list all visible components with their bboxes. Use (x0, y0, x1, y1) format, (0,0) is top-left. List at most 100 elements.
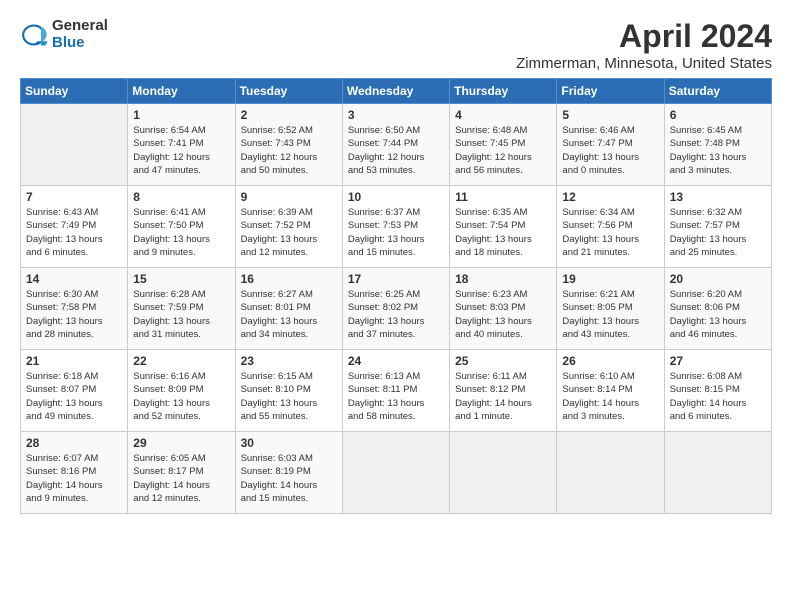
calendar-cell: 28 Sunrise: 6:07 AMSunset: 8:16 PMDayligh… (21, 432, 128, 514)
day-number: 12 (562, 190, 658, 204)
day-number: 29 (133, 436, 229, 450)
day-number: 9 (241, 190, 337, 204)
day-info: Sunrise: 6:43 AMSunset: 7:49 PMDaylight:… (26, 206, 122, 259)
col-friday: Friday (557, 79, 664, 104)
col-sunday: Sunday (21, 79, 128, 104)
day-number: 4 (455, 108, 551, 122)
calendar-cell (342, 432, 449, 514)
calendar-cell: 26 Sunrise: 6:10 AMSunset: 8:14 PMDayligh… (557, 350, 664, 432)
day-info: Sunrise: 6:37 AMSunset: 7:53 PMDaylight:… (348, 206, 444, 259)
day-number: 19 (562, 272, 658, 286)
day-number: 1 (133, 108, 229, 122)
day-info: Sunrise: 6:52 AMSunset: 7:43 PMDaylight:… (241, 124, 337, 177)
day-info: Sunrise: 6:27 AMSunset: 8:01 PMDaylight:… (241, 288, 337, 341)
day-number: 3 (348, 108, 444, 122)
day-number: 24 (348, 354, 444, 368)
logo: General Blue (20, 18, 108, 51)
day-number: 10 (348, 190, 444, 204)
day-number: 8 (133, 190, 229, 204)
day-info: Sunrise: 6:08 AMSunset: 8:15 PMDaylight:… (670, 370, 766, 423)
calendar-cell: 19 Sunrise: 6:21 AMSunset: 8:05 PMDayligh… (557, 268, 664, 350)
calendar-cell: 9 Sunrise: 6:39 AMSunset: 7:52 PMDaylight… (235, 186, 342, 268)
calendar-cell: 21 Sunrise: 6:18 AMSunset: 8:07 PMDayligh… (21, 350, 128, 432)
calendar-cell: 7 Sunrise: 6:43 AMSunset: 7:49 PMDaylight… (21, 186, 128, 268)
header-row: Sunday Monday Tuesday Wednesday Thursday… (21, 79, 772, 104)
day-number: 20 (670, 272, 766, 286)
logo-icon (20, 21, 48, 49)
day-info: Sunrise: 6:54 AMSunset: 7:41 PMDaylight:… (133, 124, 229, 177)
calendar-cell: 3 Sunrise: 6:50 AMSunset: 7:44 PMDaylight… (342, 104, 449, 186)
day-number: 21 (26, 354, 122, 368)
day-number: 26 (562, 354, 658, 368)
day-number: 15 (133, 272, 229, 286)
day-info: Sunrise: 6:28 AMSunset: 7:59 PMDaylight:… (133, 288, 229, 341)
calendar-cell: 18Sunrise: 6:23 AMSunset: 8:03 PMDayligh… (450, 268, 557, 350)
calendar-cell: 13Sunrise: 6:32 AMSunset: 7:57 PMDayligh… (664, 186, 771, 268)
calendar-cell (21, 104, 128, 186)
day-number: 28 (26, 436, 122, 450)
col-saturday: Saturday (664, 79, 771, 104)
calendar-cell: 8 Sunrise: 6:41 AMSunset: 7:50 PMDaylight… (128, 186, 235, 268)
calendar-cell (450, 432, 557, 514)
col-tuesday: Tuesday (235, 79, 342, 104)
day-info: Sunrise: 6:18 AMSunset: 8:07 PMDaylight:… (26, 370, 122, 423)
calendar-week-4: 21 Sunrise: 6:18 AMSunset: 8:07 PMDayligh… (21, 350, 772, 432)
title-area: April 2024 Zimmerman, Minnesota, United … (516, 18, 772, 72)
calendar-cell: 11 Sunrise: 6:35 AMSunset: 7:54 PMDayligh… (450, 186, 557, 268)
calendar-cell: 23Sunrise: 6:15 AMSunset: 8:10 PMDayligh… (235, 350, 342, 432)
day-number: 27 (670, 354, 766, 368)
day-info: Sunrise: 6:20 AMSunset: 8:06 PMDaylight:… (670, 288, 766, 341)
calendar-cell: 22 Sunrise: 6:16 AMSunset: 8:09 PMDayligh… (128, 350, 235, 432)
day-info: Sunrise: 6:10 AMSunset: 8:14 PMDaylight:… (562, 370, 658, 423)
day-number: 7 (26, 190, 122, 204)
calendar-cell: 6 Sunrise: 6:45 AMSunset: 7:48 PMDaylight… (664, 104, 771, 186)
page: General Blue April 2024 Zimmerman, Minne… (0, 0, 792, 612)
day-number: 16 (241, 272, 337, 286)
calendar-cell: 15 Sunrise: 6:28 AMSunset: 7:59 PMDayligh… (128, 268, 235, 350)
calendar-week-1: 1 Sunrise: 6:54 AMSunset: 7:41 PMDaylight… (21, 104, 772, 186)
day-info: Sunrise: 6:11 AMSunset: 8:12 PMDaylight:… (455, 370, 551, 423)
day-info: Sunrise: 6:45 AMSunset: 7:48 PMDaylight:… (670, 124, 766, 177)
calendar-cell: 10 Sunrise: 6:37 AMSunset: 7:53 PMDayligh… (342, 186, 449, 268)
col-monday: Monday (128, 79, 235, 104)
day-info: Sunrise: 6:34 AMSunset: 7:56 PMDaylight:… (562, 206, 658, 259)
calendar-cell: 5Sunrise: 6:46 AMSunset: 7:47 PMDaylight… (557, 104, 664, 186)
col-wednesday: Wednesday (342, 79, 449, 104)
day-info: Sunrise: 6:25 AMSunset: 8:02 PMDaylight:… (348, 288, 444, 341)
day-number: 30 (241, 436, 337, 450)
day-info: Sunrise: 6:16 AMSunset: 8:09 PMDaylight:… (133, 370, 229, 423)
calendar-cell (664, 432, 771, 514)
day-number: 2 (241, 108, 337, 122)
day-info: Sunrise: 6:03 AMSunset: 8:19 PMDaylight:… (241, 452, 337, 505)
calendar-cell: 2 Sunrise: 6:52 AMSunset: 7:43 PMDaylight… (235, 104, 342, 186)
logo-blue-label: Blue (52, 35, 108, 52)
day-info: Sunrise: 6:30 AMSunset: 7:58 PMDaylight:… (26, 288, 122, 341)
day-info: Sunrise: 6:41 AMSunset: 7:50 PMDaylight:… (133, 206, 229, 259)
calendar-cell: 14 Sunrise: 6:30 AMSunset: 7:58 PMDayligh… (21, 268, 128, 350)
day-number: 6 (670, 108, 766, 122)
main-title: April 2024 (516, 18, 772, 55)
calendar-cell: 1 Sunrise: 6:54 AMSunset: 7:41 PMDaylight… (128, 104, 235, 186)
col-thursday: Thursday (450, 79, 557, 104)
calendar-week-2: 7 Sunrise: 6:43 AMSunset: 7:49 PMDaylight… (21, 186, 772, 268)
day-info: Sunrise: 6:46 AMSunset: 7:47 PMDaylight:… (562, 124, 658, 177)
day-number: 18 (455, 272, 551, 286)
day-info: Sunrise: 6:50 AMSunset: 7:44 PMDaylight:… (348, 124, 444, 177)
day-info: Sunrise: 6:21 AMSunset: 8:05 PMDaylight:… (562, 288, 658, 341)
day-number: 14 (26, 272, 122, 286)
calendar-cell: 16 Sunrise: 6:27 AMSunset: 8:01 PMDayligh… (235, 268, 342, 350)
day-number: 17 (348, 272, 444, 286)
day-info: Sunrise: 6:39 AMSunset: 7:52 PMDaylight:… (241, 206, 337, 259)
logo-text: General Blue (52, 18, 108, 51)
day-number: 22 (133, 354, 229, 368)
day-info: Sunrise: 6:07 AMSunset: 8:16 PMDaylight:… (26, 452, 122, 505)
day-info: Sunrise: 6:13 AMSunset: 8:11 PMDaylight:… (348, 370, 444, 423)
calendar-week-5: 28 Sunrise: 6:07 AMSunset: 8:16 PMDayligh… (21, 432, 772, 514)
calendar-cell: 17 Sunrise: 6:25 AMSunset: 8:02 PMDayligh… (342, 268, 449, 350)
calendar-cell: 24 Sunrise: 6:13 AMSunset: 8:11 PMDayligh… (342, 350, 449, 432)
day-info: Sunrise: 6:35 AMSunset: 7:54 PMDaylight:… (455, 206, 551, 259)
calendar-cell (557, 432, 664, 514)
day-number: 11 (455, 190, 551, 204)
calendar-cell: 20 Sunrise: 6:20 AMSunset: 8:06 PMDayligh… (664, 268, 771, 350)
day-info: Sunrise: 6:05 AMSunset: 8:17 PMDaylight:… (133, 452, 229, 505)
